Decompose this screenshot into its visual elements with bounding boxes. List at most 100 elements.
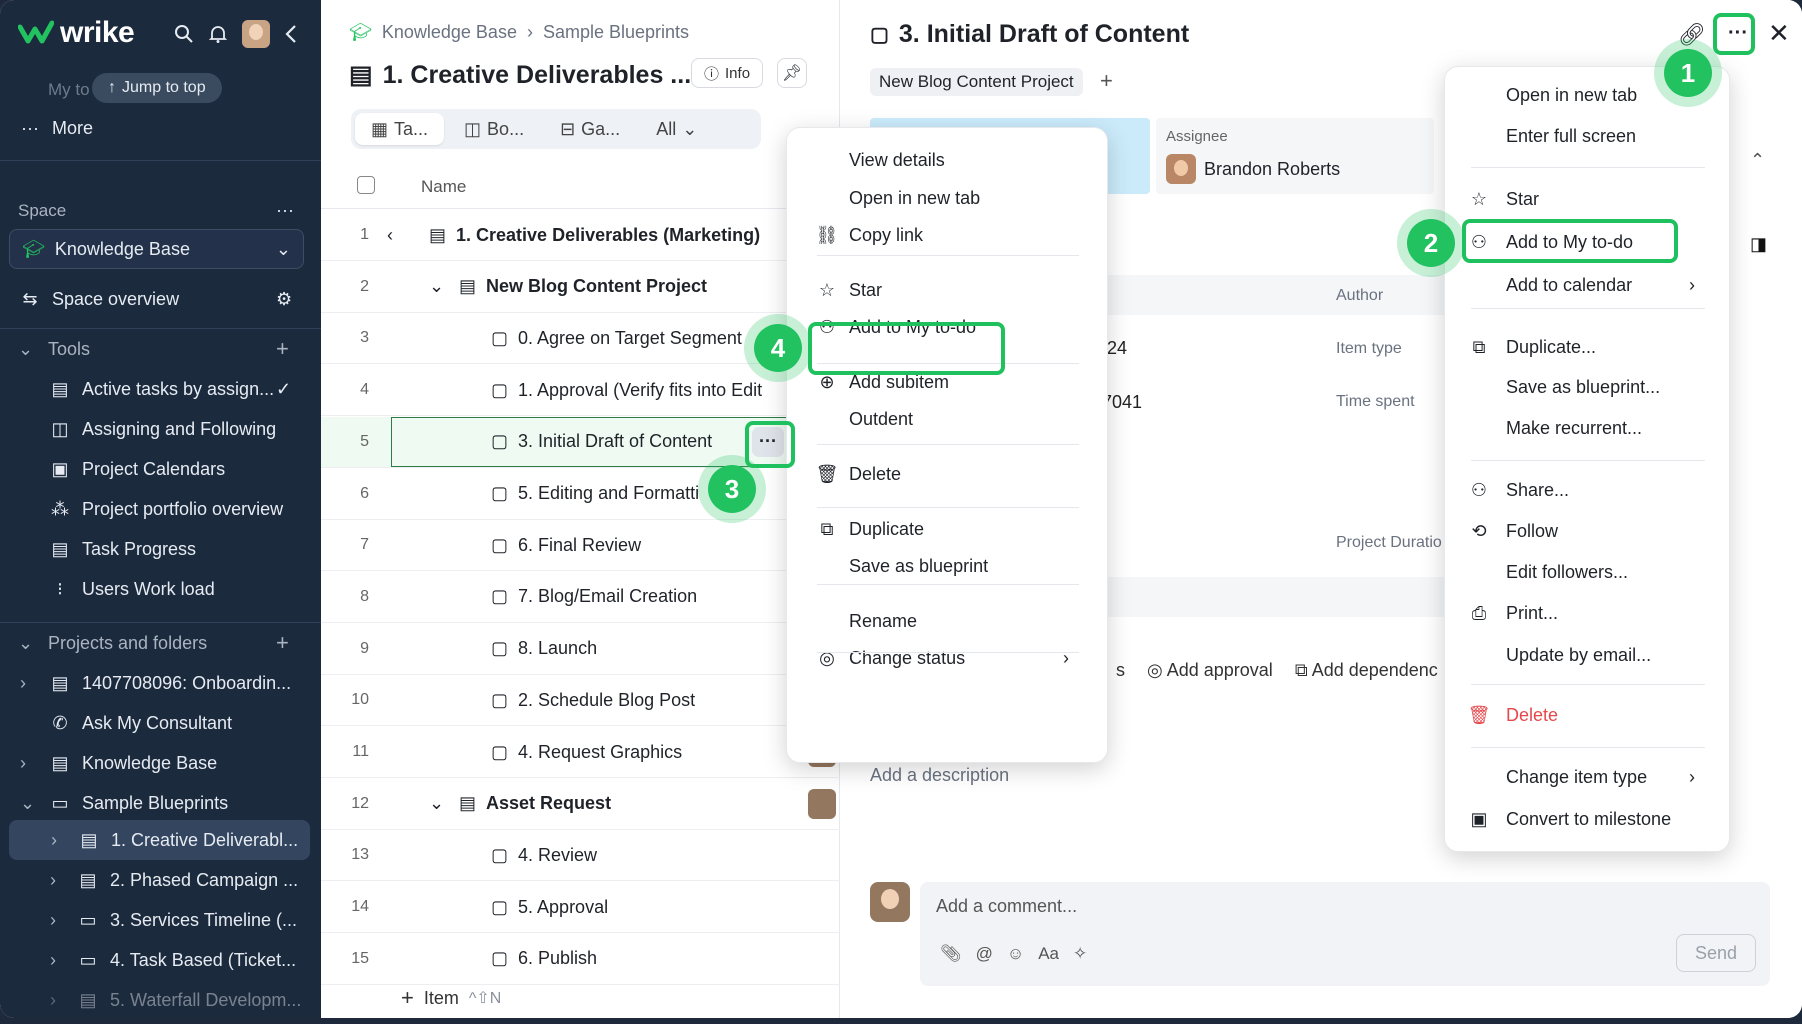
row-title[interactable]: ⌄ ▤ Asset Request	[429, 793, 611, 814]
mention-icon[interactable]: @	[976, 944, 993, 964]
context-menu-item[interactable]: Save as blueprint	[787, 549, 1107, 583]
emoji-icon[interactable]: ☺	[1007, 944, 1024, 964]
context-menu-item[interactable]: ◎ Change status ›	[787, 641, 1107, 675]
row-title[interactable]: ▢ 6. Final Review	[491, 535, 641, 556]
row-title[interactable]: ▢ 1. Approval (Verify fits into Edit	[491, 380, 762, 401]
breadcrumb-sample-blueprints[interactable]: Sample Blueprints	[543, 22, 689, 43]
row-title[interactable]: ▢ 5. Editing and Formatti	[491, 483, 699, 504]
tab-table[interactable]: ▦ Ta...	[355, 113, 445, 145]
context-menu-item[interactable]: Outdent	[787, 402, 1107, 436]
select-all-checkbox[interactable]	[357, 176, 375, 194]
table-row[interactable]: 6 ▢ 5. Editing and Formatti	[321, 469, 840, 520]
more-menu-item[interactable]: Update by email...	[1445, 638, 1729, 672]
search-icon[interactable]	[174, 24, 194, 44]
sidebar-tool-item[interactable]: ▤ Active tasks by assign... ✓	[48, 369, 308, 409]
tab-board[interactable]: ◫ Bo...	[448, 113, 540, 145]
context-menu-item[interactable]: View details	[787, 143, 1107, 177]
add-approval-button[interactable]: ◎ Add approval	[1147, 660, 1273, 681]
table-row[interactable]: 14 ▢ 5. Approval	[321, 882, 840, 934]
wrike-logo[interactable]: wrike	[18, 16, 135, 50]
comment-input[interactable]: Add a comment...	[936, 896, 1077, 917]
sidebar-blueprint-item[interactable]: › ▭ 3. Services Timeline (...	[50, 900, 310, 940]
tools-header[interactable]: ⌄ Tools +	[18, 329, 339, 369]
projects-header[interactable]: ⌄ Projects and folders +	[18, 623, 339, 663]
collapse-sidebar-icon[interactable]	[284, 24, 298, 44]
more-menu-item[interactable]: 🗑︎ Delete	[1445, 698, 1729, 732]
table-row[interactable]: 9 ▢ 8. Launch	[321, 624, 840, 675]
item-title-text[interactable]: 3. Initial Draft of Content	[899, 20, 1189, 49]
tab-gantt[interactable]: ⊟ Ga...	[544, 113, 636, 145]
space-more-icon[interactable]: ···	[276, 200, 294, 221]
assignee-field[interactable]: Assignee Brandon Roberts	[1156, 118, 1434, 194]
table-row[interactable]: 8 ▢ 7. Blog/Email Creation	[321, 572, 840, 623]
row-title[interactable]: ‹ ▤ 1. Creative Deliverables (Marketing)	[387, 225, 760, 246]
sidebar-blueprint-item[interactable]: › ▤ 5. Waterfall Developm...	[50, 980, 310, 1018]
sidebar-blueprint-item[interactable]: › ▤ 1. Creative Deliverabl...	[9, 820, 310, 860]
more-menu-item[interactable]: Save as blueprint...	[1445, 370, 1729, 404]
pin-button[interactable]: 📌︎	[777, 58, 807, 88]
settings-gear-icon[interactable]: ⚙	[276, 289, 292, 310]
table-row[interactable]: 13 ▢ 4. Review	[321, 830, 840, 882]
row-title[interactable]: ▢ 5. Approval	[491, 897, 608, 918]
my-todo-faded[interactable]: My to	[48, 80, 90, 100]
context-menu-item[interactable]: Rename	[787, 604, 1107, 638]
ai-sparkle-icon[interactable]: ✧	[1073, 944, 1087, 964]
add-project-icon[interactable]: +	[276, 630, 289, 656]
table-row[interactable]: 11 ▢ 4. Request Graphics	[321, 727, 840, 778]
add-dependency-button[interactable]: ⧉ Add dependenc	[1295, 660, 1438, 681]
user-avatar[interactable]	[242, 20, 270, 48]
row-title[interactable]: ▢ 6. Publish	[491, 948, 597, 969]
row-title[interactable]: ⌄ ▤ New Blog Content Project	[429, 276, 707, 297]
context-menu-item[interactable]: ☆ Star	[787, 273, 1107, 307]
add-parent-icon[interactable]: +	[1100, 68, 1113, 94]
sidebar-blueprint-item[interactable]: › ▭ 4. Task Based (Ticket...	[50, 940, 310, 980]
row-title[interactable]: ▢ 0. Agree on Target Segment	[491, 328, 742, 349]
context-menu-item[interactable]: ⧉ Duplicate	[787, 512, 1107, 546]
more-menu-item[interactable]: ⧉ Duplicate...	[1445, 330, 1729, 364]
parent-project-tag[interactable]: New Blog Content Project	[870, 68, 1083, 96]
sidebar-project-item[interactable]: ✆ Ask My Consultant	[20, 703, 310, 743]
more-menu-item[interactable]: ⚇ Share...	[1445, 473, 1729, 507]
bell-icon[interactable]	[208, 24, 228, 44]
sidebar-tool-item[interactable]: ◫ Assigning and Following	[48, 409, 308, 449]
link-icon[interactable]: 🔗︎	[1678, 22, 1706, 48]
sidebar-project-item[interactable]: › ▤ Knowledge Base	[20, 743, 310, 783]
description-field[interactable]: Add a description	[870, 765, 1009, 786]
add-item-button[interactable]: + Item ^⇧N	[401, 985, 501, 1011]
attach-icon[interactable]: 📎︎	[940, 944, 962, 964]
table-row[interactable]: 15 ▢ 6. Publish	[321, 934, 840, 985]
info-button[interactable]: ⓘ Info	[691, 58, 764, 88]
row-title[interactable]: ▢ 8. Launch	[491, 638, 597, 659]
more-menu-item[interactable]: ☆ Star	[1445, 182, 1729, 216]
space-selector[interactable]: 🎓︎ Knowledge Base ⌄	[9, 229, 304, 269]
more-menu-item[interactable]: Edit followers...	[1445, 555, 1729, 589]
table-row[interactable]: 7 ▢ 6. Final Review	[321, 520, 840, 572]
context-menu-item[interactable]: 🗑︎ Delete	[787, 457, 1107, 491]
more-menu-item[interactable]: Make recurrent...	[1445, 411, 1729, 445]
row-title[interactable]: ▢ 2. Schedule Blog Post	[491, 690, 695, 711]
row-title[interactable]: ▢ 4. Review	[491, 845, 597, 866]
row-title[interactable]: ▢ 3. Initial Draft of Content	[491, 431, 712, 452]
send-button[interactable]: Send	[1676, 934, 1756, 972]
column-name-header[interactable]: Name	[421, 177, 466, 197]
sidebar-project-item[interactable]: ⌄ ▭ Sample Blueprints	[20, 783, 310, 823]
close-icon[interactable]: ✕	[1768, 18, 1790, 49]
table-row[interactable]: 12 ⌄ ▤ Asset Request	[321, 779, 840, 830]
row-title[interactable]: ▢ 4. Request Graphics	[491, 742, 682, 763]
sidebar-blueprint-item[interactable]: › ▤ 2. Phased Campaign ...	[50, 860, 310, 900]
more-menu-item[interactable]: ⟲ Follow	[1445, 514, 1729, 548]
action-partial[interactable]: s	[1116, 660, 1125, 681]
table-row[interactable]: 2 ⌄ ▤ New Blog Content Project	[321, 262, 840, 313]
row-title[interactable]: ▢ 7. Blog/Email Creation	[491, 586, 697, 607]
table-row[interactable]: 4 ▢ 1. Approval (Verify fits into Edit	[321, 365, 840, 417]
table-row[interactable]: 10 ▢ 2. Schedule Blog Post	[321, 675, 840, 727]
table-row[interactable]: 1 ‹ ▤ 1. Creative Deliverables (Marketing)	[321, 210, 840, 261]
more-menu-item[interactable]: Change item type ›	[1445, 760, 1729, 794]
panel-toggle-icon[interactable]: ◨	[1750, 234, 1767, 255]
filter-all[interactable]: All ⌄	[640, 113, 713, 145]
breadcrumb-knowledge-base[interactable]: Knowledge Base	[382, 22, 517, 43]
more-menu-item[interactable]: Add to calendar ›	[1445, 268, 1729, 302]
context-menu-item[interactable]: ⛓ Copy link	[787, 218, 1107, 252]
format-text-icon[interactable]: Aa	[1038, 944, 1059, 964]
context-menu-item[interactable]: Open in new tab	[787, 181, 1107, 215]
